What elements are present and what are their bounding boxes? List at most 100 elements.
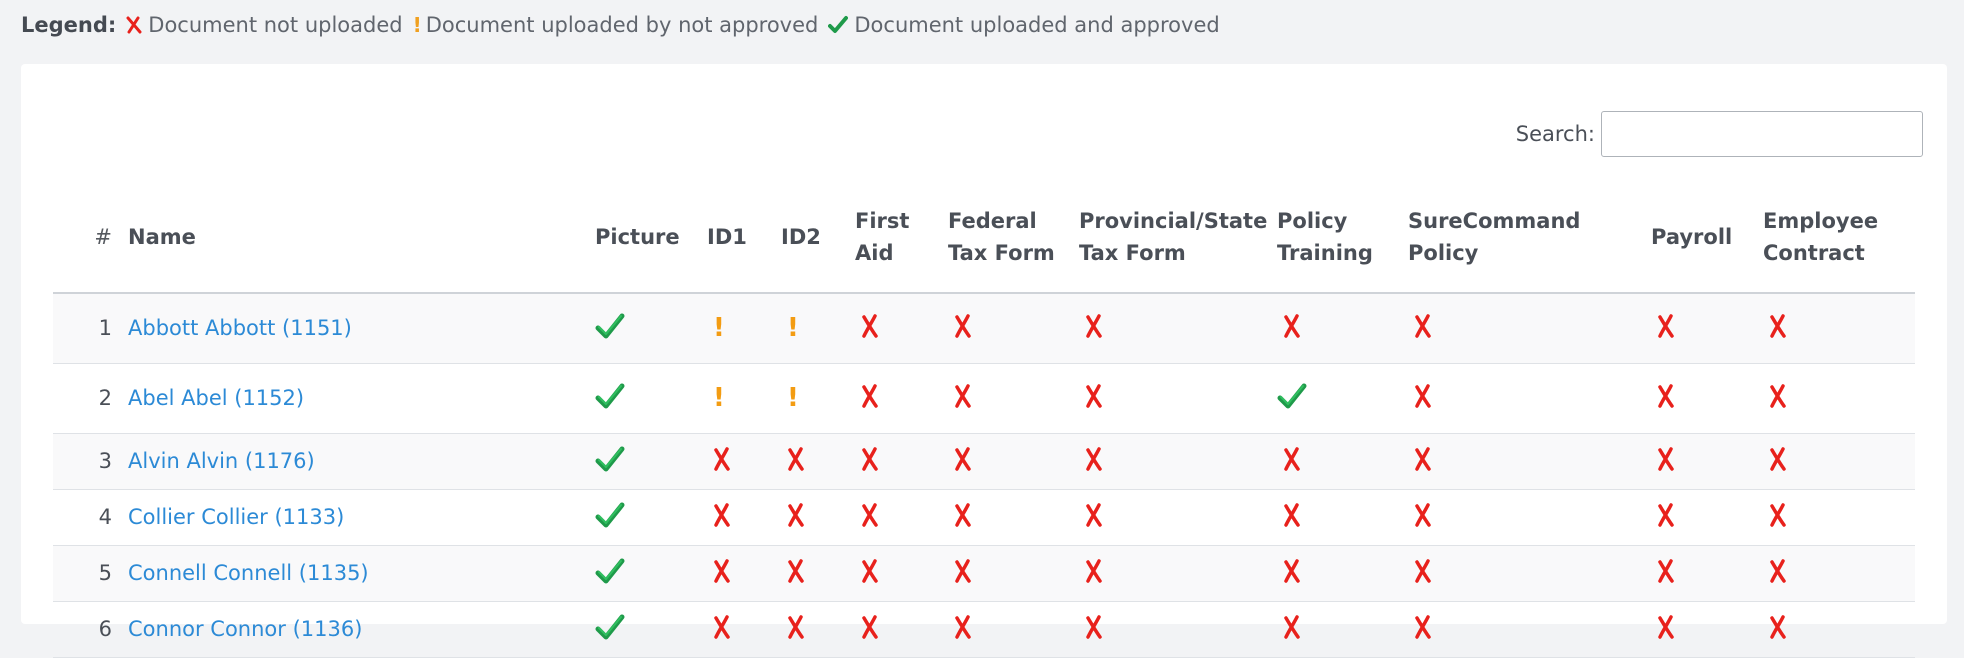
column-header-first-aid[interactable]: First Aid <box>855 182 948 294</box>
status-cell-employee-contract <box>1763 601 1915 658</box>
status-cell-id2 <box>781 489 855 546</box>
red-x-icon <box>1651 383 1675 414</box>
name-cell: Collier Collier (1133) <box>128 489 595 546</box>
status-cell-policy-training <box>1277 545 1408 602</box>
status-cell-payroll <box>1651 601 1763 658</box>
red-x-icon <box>1079 502 1103 533</box>
name-cell: Abbott Abbott (1151) <box>128 293 595 364</box>
status-cell-employee-contract <box>1763 489 1915 546</box>
red-x-icon <box>948 313 972 344</box>
status-cell-id1 <box>707 545 781 602</box>
status-cell-provincial-tax <box>1079 489 1277 546</box>
exclamation-icon: ! <box>412 13 422 37</box>
green-check-icon <box>595 501 625 534</box>
red-x-icon <box>781 446 805 477</box>
status-cell-payroll <box>1651 363 1763 434</box>
status-cell-picture <box>595 363 707 434</box>
status-cell-payroll <box>1651 293 1763 364</box>
red-x-icon <box>1408 383 1432 414</box>
legend-approved: Document uploaded and approved <box>828 13 1220 37</box>
legend-not-uploaded-text: Document not uploaded <box>148 13 403 37</box>
status-cell-first-aid <box>855 363 948 434</box>
status-cell-surecommand-policy <box>1408 433 1651 490</box>
green-check-icon <box>1277 382 1307 415</box>
row-number: 4 <box>53 489 128 546</box>
status-cell-employee-contract <box>1763 545 1915 602</box>
red-x-icon <box>1763 313 1787 344</box>
status-cell-provincial-tax <box>1079 545 1277 602</box>
column-header-employee-contract[interactable]: Employee Contract <box>1763 182 1915 294</box>
legend-uploaded-not-approved-text: Document uploaded by not approved <box>425 13 819 37</box>
column-header-payroll[interactable]: Payroll <box>1651 182 1763 294</box>
red-x-icon <box>1408 614 1432 645</box>
red-x-icon <box>1763 446 1787 477</box>
status-cell-employee-contract <box>1763 433 1915 490</box>
column-header-picture[interactable]: Picture <box>595 182 707 294</box>
red-x-icon <box>707 502 731 533</box>
status-cell-policy-training <box>1277 489 1408 546</box>
red-x-icon <box>1763 383 1787 414</box>
name-cell: Connor Connor (1136) <box>128 601 595 658</box>
red-x-icon <box>1651 614 1675 645</box>
green-check-icon <box>828 16 849 33</box>
status-cell-federal-tax <box>948 489 1079 546</box>
table-row: 4 Collier Collier (1133) <box>53 489 1915 546</box>
red-x-icon <box>855 383 879 414</box>
employee-name-link[interactable]: Abbott Abbott (1151) <box>128 316 352 340</box>
employee-name-link[interactable]: Connor Connor (1136) <box>128 617 362 641</box>
employee-name-link[interactable]: Connell Connell (1135) <box>128 561 369 585</box>
employee-name-link[interactable]: Alvin Alvin (1176) <box>128 449 315 473</box>
legend-approved-text: Document uploaded and approved <box>854 13 1220 37</box>
column-header-id2[interactable]: ID2 <box>781 182 855 294</box>
row-number: 2 <box>53 363 128 434</box>
status-cell-employee-contract <box>1763 363 1915 434</box>
column-header-surecommand-policy[interactable]: SureCommand Policy <box>1408 182 1651 294</box>
employee-name-link[interactable]: Abel Abel (1152) <box>128 386 304 410</box>
green-check-icon <box>595 312 625 345</box>
red-x-icon <box>781 558 805 589</box>
red-x-icon <box>1277 558 1301 589</box>
green-check-icon <box>595 382 625 415</box>
red-x-icon <box>1277 502 1301 533</box>
red-x-icon <box>948 502 972 533</box>
red-x-icon <box>707 446 731 477</box>
column-header-num[interactable]: # <box>53 182 128 294</box>
red-x-icon <box>1651 502 1675 533</box>
status-cell-federal-tax <box>948 363 1079 434</box>
legend-uploaded-not-approved: ! Document uploaded by not approved <box>413 13 819 37</box>
table-row: 6 Connor Connor (1136) <box>53 601 1915 658</box>
status-cell-provincial-tax <box>1079 363 1277 434</box>
column-header-policy-training[interactable]: Policy Training <box>1277 182 1408 294</box>
red-x-icon <box>1079 383 1103 414</box>
status-cell-surecommand-policy <box>1408 363 1651 434</box>
red-x-icon <box>948 614 972 645</box>
status-cell-federal-tax <box>948 545 1079 602</box>
status-cell-picture <box>595 293 707 364</box>
status-cell-id2: ! <box>781 293 855 364</box>
red-x-icon <box>1408 502 1432 533</box>
status-cell-picture <box>595 433 707 490</box>
search-label: Search: <box>1515 122 1595 146</box>
red-x-icon <box>1408 313 1432 344</box>
name-cell: Abel Abel (1152) <box>128 363 595 434</box>
column-header-federal-tax[interactable]: Federal Tax Form <box>948 182 1079 294</box>
column-header-provincial-tax[interactable]: Provincial/State Tax Form <box>1079 182 1277 294</box>
exclamation-icon: ! <box>713 383 725 413</box>
table-row: 5 Connell Connell (1135) <box>53 545 1915 602</box>
row-number: 1 <box>53 293 128 364</box>
status-cell-id2 <box>781 601 855 658</box>
column-header-id1[interactable]: ID1 <box>707 182 781 294</box>
status-cell-payroll <box>1651 489 1763 546</box>
search-input[interactable] <box>1601 111 1923 157</box>
documents-card: Search: # Name Picture ID1 ID2 First Aid… <box>21 64 1947 658</box>
status-cell-federal-tax <box>948 293 1079 364</box>
status-cell-provincial-tax <box>1079 293 1277 364</box>
search-bar: Search: <box>1516 111 1923 157</box>
legend-not-uploaded: Document not uploaded <box>126 13 403 37</box>
employee-name-link[interactable]: Collier Collier (1133) <box>128 505 344 529</box>
status-cell-provincial-tax <box>1079 601 1277 658</box>
column-header-name[interactable]: Name <box>128 182 595 294</box>
red-x-icon <box>1277 614 1301 645</box>
red-x-icon <box>1408 558 1432 589</box>
red-x-icon <box>1079 313 1103 344</box>
